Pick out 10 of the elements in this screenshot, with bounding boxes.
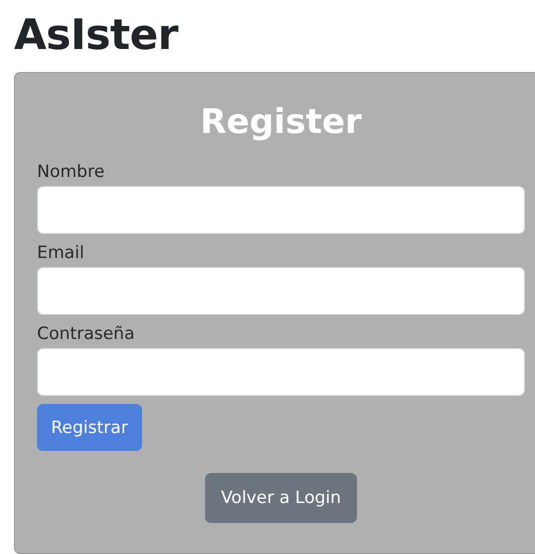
input-field[interactable] [37, 267, 525, 315]
register-button[interactable]: Registrar [37, 404, 142, 451]
input-field[interactable] [37, 186, 525, 234]
input-field[interactable] [37, 348, 525, 396]
field-label: Email [37, 242, 86, 264]
back-to-login-button[interactable]: Volver a Login [204, 473, 358, 523]
form-title: Register [199, 101, 363, 143]
field-label: Nombre [37, 161, 106, 183]
field-label: Contraseña [37, 323, 136, 345]
app-title: AsIster [13, 9, 180, 61]
